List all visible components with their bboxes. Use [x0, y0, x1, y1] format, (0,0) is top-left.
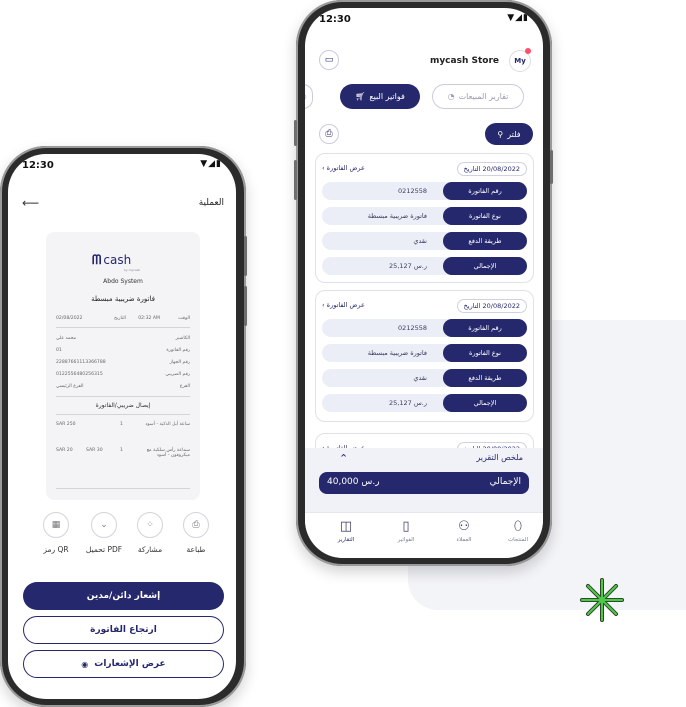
status-time: 12:30 — [22, 160, 54, 171]
filter-button[interactable]: ⚲ فلتر — [485, 123, 533, 145]
divider — [56, 488, 190, 489]
customers-icon: ⚇ — [458, 519, 470, 534]
product-icon: ⬯ — [513, 519, 523, 534]
tab-label: تقارير المبيعات — [458, 92, 509, 101]
receipt-company: Abdo System — [103, 278, 143, 285]
view-invoice-link[interactable]: ‹ عرض الفاتورة — [322, 164, 365, 172]
logo-mark: ᗰ — [92, 253, 102, 268]
sparkle-icon — [580, 578, 624, 622]
invoice-date: التاريخ 20/08/2022 — [456, 299, 527, 313]
invoices-icon: ▯ — [402, 519, 410, 534]
side-button — [244, 236, 247, 276]
return-invoice-button[interactable]: ارتجاع الفاتورة — [23, 616, 224, 644]
receipt-brand-tag: by mycash — [124, 268, 141, 272]
receipt-invoice-type: فاتورة ضريبية مبسطة — [91, 295, 155, 303]
tab-invoices[interactable]: ▯ الفواتير — [381, 519, 431, 543]
download-pdf-action[interactable]: ⌄ تحميل PDF — [84, 512, 124, 554]
tab-products[interactable]: ⬯ المنتجات — [493, 519, 543, 543]
side-button — [244, 286, 247, 326]
divider — [56, 414, 190, 415]
reports-icon: ◫ — [339, 519, 353, 534]
tab-sales-invoices[interactable]: 🛒︎ فواتير البيع — [340, 84, 420, 109]
left-phone: 12:30 ▼◢▮ ⟵ العملية ᗰ cash by mycash Abdo… — [0, 146, 247, 707]
right-screen: 12:30 ▼◢▮ ▭ mycash Store My 🛒︎ فواتير ال… — [305, 8, 543, 558]
right-phone: 12:30 ▼◢▮ ▭ mycash Store My 🛒︎ فواتير ال… — [294, 0, 553, 566]
total-row: الإجمالي 25,127 ر.س — [322, 394, 527, 412]
summary-total-value: 40,000 ر.س — [327, 477, 380, 487]
payment-method-row: طريقة الدفع نقدي — [322, 232, 527, 250]
store-name: mycash Store — [429, 56, 499, 66]
summary-total-bar: الإجمالي 40,000 ر.س — [319, 472, 529, 494]
payment-method-row: طريقة الدفع نقدي — [322, 369, 527, 387]
page-title: العملية — [198, 198, 224, 208]
summary-title: ملخص التقرير — [476, 453, 523, 462]
signal-battery-icon: ▼◢▮ — [507, 13, 529, 23]
qr-action[interactable]: ▦ رمز QR — [38, 512, 74, 554]
side-button — [550, 150, 553, 184]
status-time: 12:30 — [319, 14, 351, 25]
cart-icon: 🛒︎ — [355, 92, 366, 101]
share-action[interactable]: ⁘ مشاركة — [132, 512, 168, 554]
invoice-number-row: رقم الفاتورة 0212558 — [322, 182, 527, 200]
left-screen: 12:30 ▼◢▮ ⟵ العملية ᗰ cash by mycash Abdo… — [8, 154, 236, 699]
chevron-up-icon[interactable]: ⌃ — [339, 452, 348, 465]
tab-more[interactable]: ▭ — [305, 84, 313, 109]
summary-total-label: الإجمالي — [489, 477, 521, 487]
side-button — [294, 160, 297, 200]
calendar-button[interactable]: ▭ — [319, 50, 339, 70]
side-button — [294, 120, 297, 146]
download-icon: ⌄ — [91, 512, 117, 538]
divider — [56, 396, 190, 397]
eye-icon: ◉ — [81, 659, 89, 669]
view-invoice-link[interactable]: ‹ عرض الفاتورة — [322, 301, 365, 309]
total-row: الإجمالي 25,127 ر.س — [322, 257, 527, 275]
tab-customers[interactable]: ⚇ العملاء — [439, 519, 489, 543]
logo-text: My — [514, 57, 526, 65]
print-action[interactable]: ⎙ طباعة — [178, 512, 214, 554]
invoice-card[interactable]: ‹ عرض الفاتورة التاريخ 20/08/2022 رقم ال… — [315, 153, 534, 283]
qr-icon: ▦ — [43, 512, 69, 538]
report-summary-panel: ⌃ ملخص التقرير الإجمالي 40,000 ر.س — [305, 448, 543, 512]
view-notifications-button[interactable]: ◉ عرض الإشعارات — [23, 650, 224, 678]
print-button[interactable]: ⎙ — [319, 124, 339, 144]
invoice-card[interactable]: ‹ عرض الفاتورة التاريخ 20/08/2022 رقم ال… — [315, 290, 534, 422]
tab-reports[interactable]: ◫ التقارير — [321, 519, 371, 543]
invoice-date: التاريخ 20/08/2022 — [456, 162, 527, 176]
bottom-tab-bar: ⬯ المنتجات ⚇ العملاء ▯ الفواتير ◫ التقارير — [305, 512, 543, 558]
print-icon: ⎙ — [183, 512, 209, 538]
invoice-type-row: نوع الفاتورة فاتورة ضريبية مبسطة — [322, 207, 527, 225]
invoice-number-row: رقم الفاتورة 0212558 — [322, 319, 527, 337]
receipt-section-title: إيصال ضريبي/الفاتورة — [95, 402, 151, 409]
signal-battery-icon: ▼◢▮ — [200, 159, 222, 169]
debit-credit-notice-button[interactable]: إشعار دائن/مدين — [23, 582, 224, 610]
report-icon: ◔ — [447, 92, 455, 101]
divider — [56, 327, 190, 328]
filter-icon: ⚲ — [497, 129, 504, 139]
status-bar: 12:30 ▼◢▮ — [8, 154, 236, 176]
back-arrow-icon[interactable]: ⟵ — [22, 196, 39, 210]
receipt-logo: ᗰ cash — [92, 253, 132, 268]
tab-label: فواتير البيع — [369, 92, 405, 101]
filter-label: فلتر — [507, 129, 521, 139]
invoice-type-row: نوع الفاتورة فاتورة ضريبية مبسطة — [322, 344, 527, 362]
tab-sales-reports[interactable]: ◔ تقارير المبيعات — [432, 84, 524, 109]
receipt-preview: ᗰ cash by mycash Abdo System فاتورة ضريبي… — [46, 232, 200, 500]
notification-badge — [525, 48, 531, 54]
share-icon: ⁘ — [137, 512, 163, 538]
status-bar: 12:30 ▼◢▮ — [305, 8, 543, 30]
stage: 12:30 ▼◢▮ ▭ mycash Store My 🛒︎ فواتير ال… — [0, 0, 686, 707]
